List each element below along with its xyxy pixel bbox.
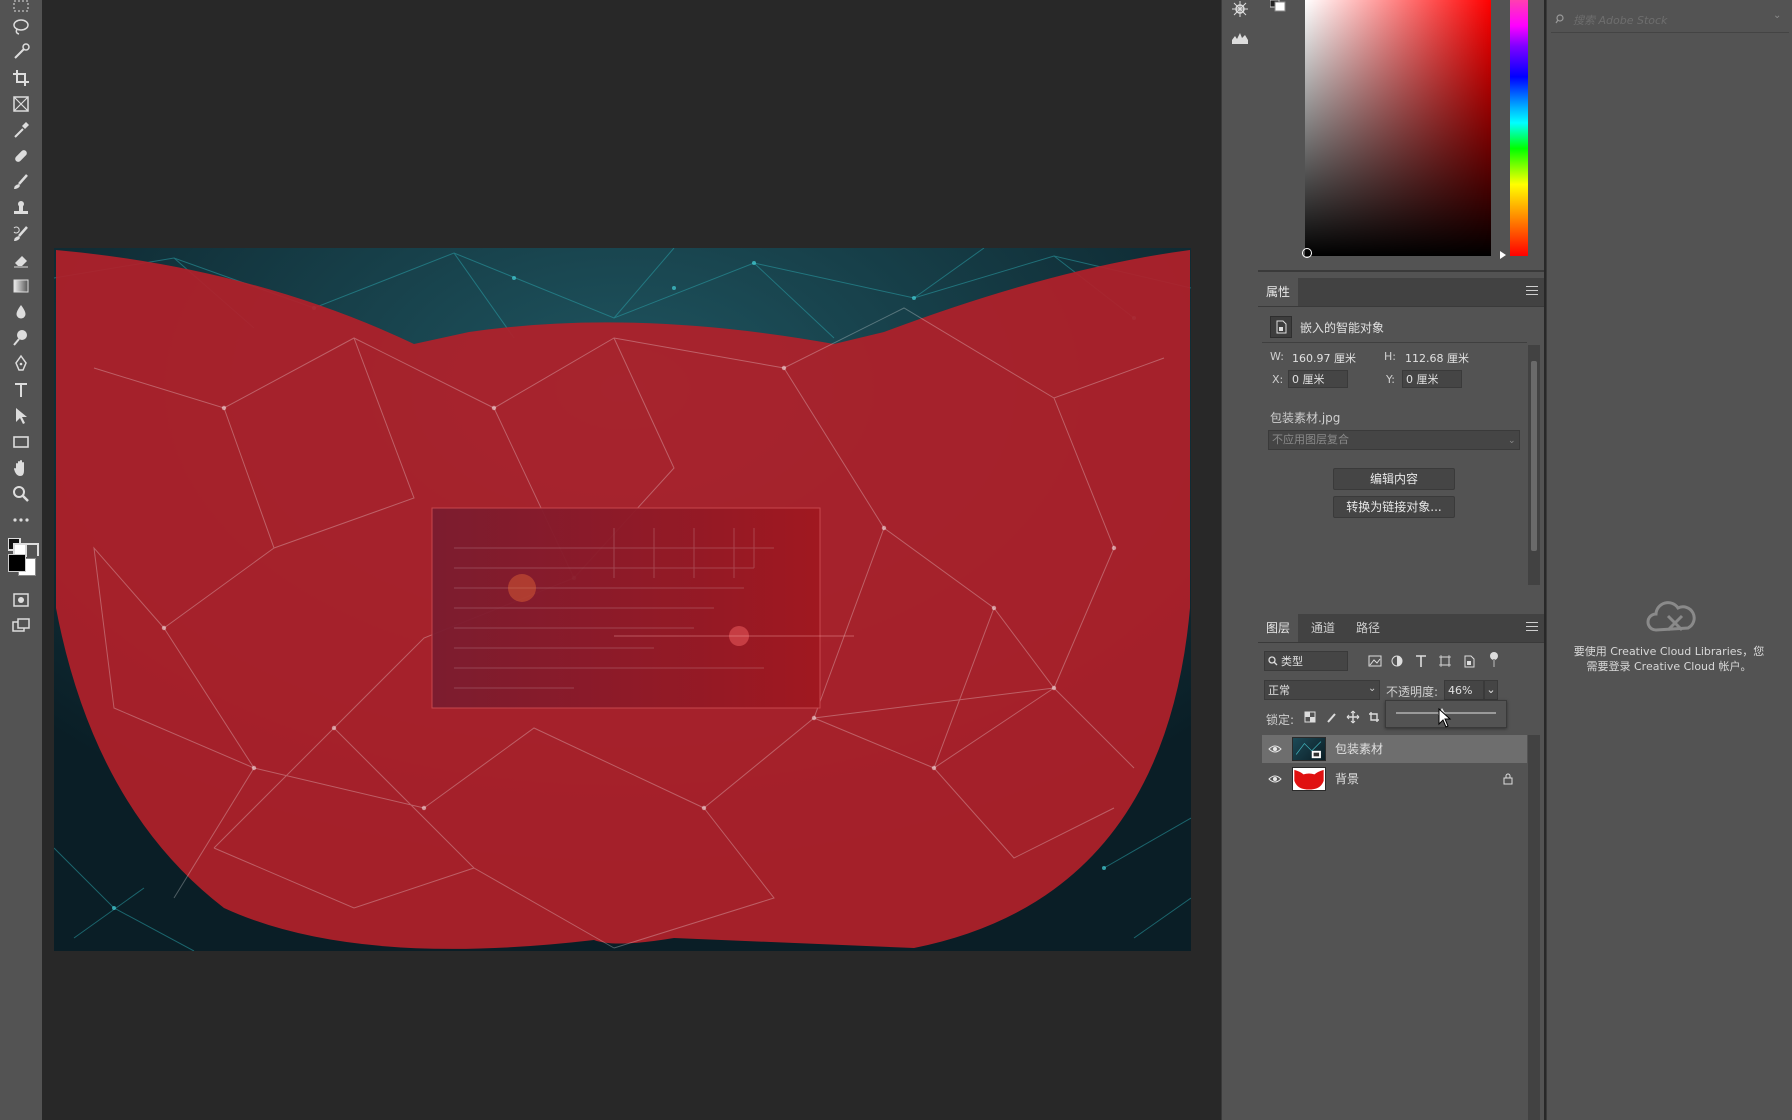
tab-channels[interactable]: 通道 — [1303, 614, 1343, 642]
lock-transparent-icon[interactable] — [1304, 711, 1316, 726]
stock-search-placeholder: 搜索 Adobe Stock — [1573, 14, 1668, 27]
picker-cursor[interactable] — [1302, 248, 1312, 258]
healing-icon[interactable] — [8, 144, 34, 168]
adjustment-icon[interactable] — [1231, 0, 1249, 18]
panel-dock — [1221, 0, 1259, 1120]
stamp-icon[interactable] — [8, 196, 34, 220]
type-icon[interactable] — [8, 378, 34, 402]
default-colors-icon[interactable] — [7, 537, 27, 557]
quick-mask-icon[interactable] — [8, 588, 34, 612]
filter-shape-icon[interactable] — [1438, 654, 1452, 671]
lock-label: 锁定: — [1266, 713, 1295, 727]
properties-panel-header: 属性 — [1258, 278, 1544, 307]
gradient-icon[interactable] — [8, 274, 34, 298]
lasso-icon[interactable] — [8, 14, 34, 38]
opacity-label: 不透明度: — [1386, 685, 1439, 699]
opacity-dropdown-button[interactable]: ⌄ — [1484, 680, 1498, 700]
opacity-field[interactable]: 46% — [1444, 680, 1484, 700]
hue-slider[interactable] — [1510, 0, 1528, 256]
layers-panel-header: 图层 通道 路径 — [1258, 614, 1544, 643]
pen-icon[interactable] — [8, 352, 34, 376]
eye-icon[interactable] — [1268, 773, 1282, 785]
chevron-down-icon: ⌄ — [1508, 436, 1516, 446]
chevron-down-icon[interactable]: ⌄ — [1773, 10, 1781, 21]
more-icon[interactable] — [8, 508, 34, 532]
y-field[interactable]: 0 厘米 — [1402, 370, 1462, 388]
blur-icon[interactable] — [8, 300, 34, 324]
filter-adjustment-icon[interactable] — [1390, 654, 1404, 671]
convert-to-linked-button[interactable]: 转换为链接对象... — [1333, 496, 1455, 518]
object-type-label: 嵌入的智能对象 — [1300, 321, 1385, 335]
lock-position-icon[interactable] — [1346, 710, 1360, 727]
eye-icon[interactable] — [1268, 743, 1282, 755]
hue-slider-handle[interactable] — [1500, 251, 1506, 259]
filter-toggle-icon[interactable] — [1488, 651, 1500, 672]
x-field[interactable]: 0 厘米 — [1288, 370, 1348, 388]
filter-type-icon[interactable] — [1414, 654, 1428, 671]
layer-name[interactable]: 背景 — [1335, 765, 1359, 793]
path-select-icon[interactable] — [8, 404, 34, 428]
tab-paths[interactable]: 路径 — [1348, 614, 1388, 642]
layer-name[interactable]: 包装素材 — [1335, 735, 1383, 763]
smart-object-icon — [1270, 316, 1292, 338]
panel-menu-icon[interactable] — [1526, 286, 1538, 296]
saturation-value-picker[interactable] — [1305, 0, 1491, 256]
dock-gap — [1200, 0, 1221, 1120]
tab-properties[interactable]: 属性 — [1258, 278, 1299, 306]
blend-mode-select[interactable]: 正常 — [1264, 680, 1380, 700]
lock-icon[interactable] — [1502, 773, 1514, 788]
history-brush-icon[interactable] — [8, 222, 34, 246]
filter-pixel-icon[interactable] — [1368, 654, 1382, 671]
linked-filename: 包装素材.jpg — [1270, 411, 1341, 425]
hand-icon[interactable] — [8, 456, 34, 480]
eyedropper-icon[interactable] — [8, 118, 34, 142]
swap-colors-icon[interactable] — [24, 538, 39, 556]
layers-scrollbar[interactable] — [1528, 735, 1540, 1120]
edit-contents-button[interactable]: 编辑内容 — [1333, 468, 1455, 490]
layer-row[interactable]: 背景 — [1262, 765, 1527, 793]
search-icon — [1555, 13, 1565, 27]
libraries-panel: 搜索 Adobe Stock ⌄ 要使用 Creative Cloud Libr… — [1546, 0, 1792, 1120]
document-canvas[interactable] — [54, 248, 1191, 951]
divider — [1262, 342, 1527, 343]
libraries-login-message: 要使用 Creative Cloud Libraries，您需要登录 Creat… — [1573, 645, 1765, 673]
screen-mode-icon[interactable] — [8, 614, 34, 638]
scroll-thumb[interactable] — [1531, 361, 1537, 551]
stock-search-input[interactable]: 搜索 Adobe Stock ⌄ — [1551, 6, 1789, 33]
y-label: Y: — [1386, 373, 1395, 386]
tab-layers[interactable]: 图层 — [1258, 614, 1299, 642]
cloud-offline-icon — [1646, 598, 1696, 638]
dodge-icon[interactable] — [8, 326, 34, 350]
frame-icon[interactable] — [8, 92, 34, 116]
quick-select-icon[interactable] — [8, 40, 34, 64]
foreground-color-swatch[interactable] — [8, 554, 26, 572]
properties-scrollbar[interactable] — [1528, 345, 1540, 585]
eraser-icon[interactable] — [8, 248, 34, 272]
lock-artboard-icon[interactable] — [1368, 711, 1380, 726]
width-value[interactable]: 160.97 厘米 — [1292, 350, 1356, 366]
zoom-icon[interactable] — [8, 482, 34, 506]
height-value[interactable]: 112.68 厘米 — [1405, 350, 1469, 366]
panel-menu-icon[interactable] — [1526, 622, 1538, 632]
chevron-down-icon: ⌄ — [1368, 683, 1377, 694]
height-label: H: — [1384, 350, 1396, 363]
layer-row[interactable]: 包装素材 — [1262, 735, 1527, 763]
histogram-icon[interactable] — [1231, 28, 1249, 46]
layer-comp-select[interactable]: 不应用图层复合 — [1268, 430, 1520, 450]
layer-thumbnail — [1292, 767, 1326, 791]
brush-icon[interactable] — [8, 170, 34, 194]
color-swatch-mini[interactable] — [1269, 0, 1286, 12]
layer-thumbnail — [1292, 737, 1326, 761]
filter-smart-object-icon[interactable] — [1462, 654, 1476, 671]
x-label: X: — [1272, 373, 1284, 386]
width-label: W: — [1270, 350, 1284, 363]
crop-icon[interactable] — [8, 66, 34, 90]
rectangle-icon[interactable] — [8, 430, 34, 454]
lock-pixels-icon[interactable] — [1326, 711, 1338, 726]
search-icon — [1268, 655, 1278, 669]
tools-panel — [0, 0, 43, 1120]
mouse-cursor-icon — [1438, 707, 1452, 731]
